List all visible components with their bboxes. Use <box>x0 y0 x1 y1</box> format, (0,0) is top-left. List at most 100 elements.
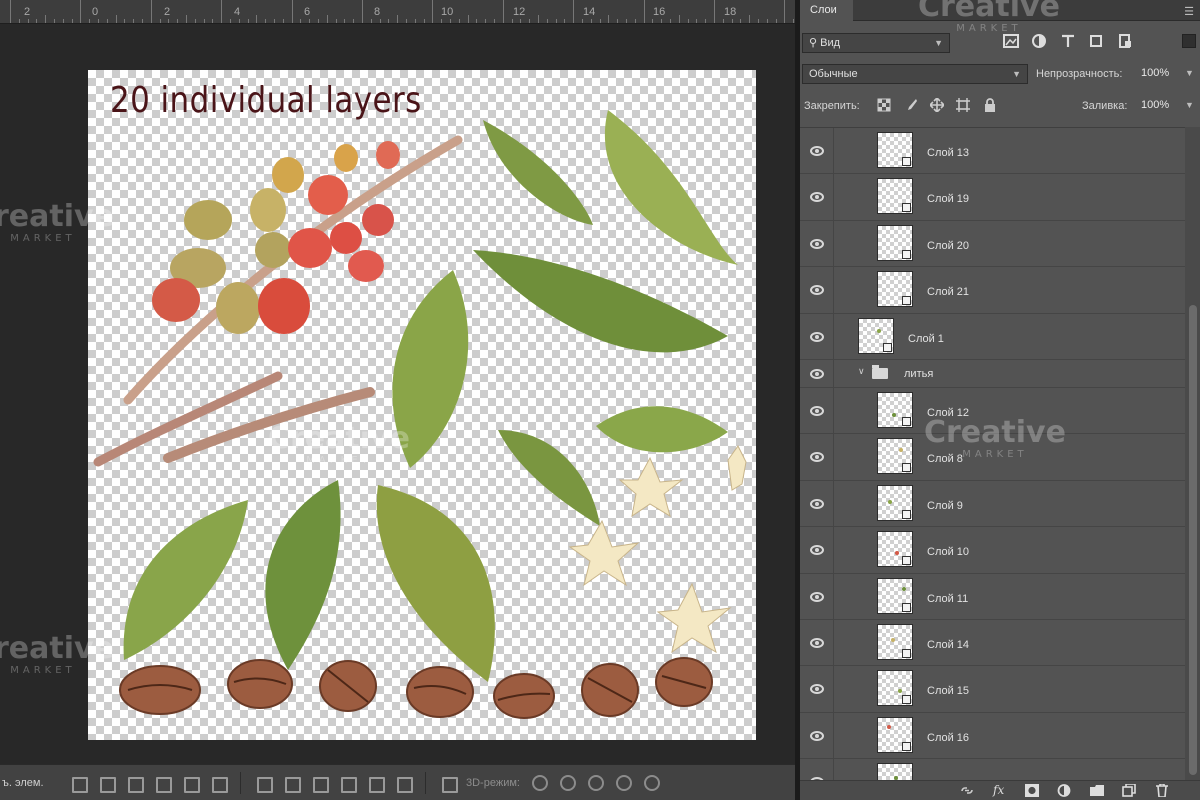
visibility-eye-icon[interactable] <box>810 331 824 342</box>
layer-group-row[interactable]: ∨ литья <box>800 359 1185 388</box>
expand-caret-icon[interactable]: ∨ <box>858 366 865 377</box>
drag-3d-icon[interactable] <box>587 774 604 791</box>
layer-row[interactable]: Слой 14 <box>800 619 1185 667</box>
blend-mode-select[interactable]: Обычные ▼ <box>802 64 1028 84</box>
visibility-column[interactable] <box>800 573 834 619</box>
layer-row[interactable]: Слой 9 <box>800 480 1185 528</box>
layer-name[interactable]: Слой 1 <box>908 333 944 345</box>
visibility-column[interactable] <box>800 712 834 759</box>
visibility-column[interactable] <box>800 759 834 780</box>
document-workspace[interactable]: 20 individual layers Creative MARKET Cre… <box>0 24 795 764</box>
visibility-eye-icon[interactable] <box>810 545 824 556</box>
layer-name[interactable]: Слой 15 <box>927 685 969 697</box>
layer-name[interactable]: Слой 21 <box>927 286 969 298</box>
link-layers-icon[interactable] <box>960 784 974 797</box>
distribute-vertical-center-icon[interactable] <box>282 775 301 793</box>
visibility-column[interactable] <box>800 359 834 387</box>
fx-icon[interactable]: fx <box>993 783 1004 797</box>
visibility-column[interactable] <box>800 619 834 666</box>
visibility-column[interactable] <box>800 220 834 267</box>
lock-all-icon[interactable] <box>983 98 997 112</box>
visibility-eye-icon[interactable] <box>810 368 824 379</box>
visibility-column[interactable] <box>800 313 834 359</box>
layer-row[interactable]: Слой 21 <box>800 267 1185 314</box>
lock-transparent-icon[interactable] <box>877 98 891 112</box>
visibility-column[interactable] <box>800 480 834 527</box>
visibility-eye-icon[interactable] <box>810 452 824 463</box>
layer-name[interactable]: Слой 13 <box>927 147 969 159</box>
type-filter-icon[interactable] <box>1060 34 1076 48</box>
visibility-eye-icon[interactable] <box>810 146 824 156</box>
smart-object-filter-icon[interactable] <box>1117 34 1133 48</box>
align-horizontal-center-icon[interactable] <box>181 775 200 793</box>
visibility-eye-icon[interactable] <box>810 405 824 416</box>
visibility-eye-icon[interactable] <box>810 498 824 509</box>
layer-row[interactable] <box>800 759 1185 780</box>
layer-row[interactable]: Слой 13 <box>800 128 1185 175</box>
visibility-column[interactable] <box>800 666 834 712</box>
orbit-3d-icon[interactable] <box>531 774 548 791</box>
visibility-column[interactable] <box>800 267 834 313</box>
layer-name[interactable]: Слой 9 <box>927 500 963 512</box>
layers-scrollbar-thumb[interactable] <box>1189 305 1197 775</box>
layer-name[interactable]: литья <box>904 368 933 380</box>
opacity-field[interactable]: 100% <box>1141 64 1169 82</box>
align-right-icon[interactable] <box>209 775 228 793</box>
auto-align-icon[interactable] <box>439 775 458 793</box>
document-canvas[interactable]: 20 individual layers <box>88 70 756 740</box>
layer-name[interactable]: Слой 19 <box>927 193 969 205</box>
layers-list[interactable]: Слой 13 Слой 19 Слой 20 Слой 21 Слой 1 ∨ литья… <box>800 127 1185 780</box>
panel-menu-icon[interactable]: ☰ <box>1184 5 1194 18</box>
layer-name[interactable]: Слой 16 <box>927 732 969 744</box>
layer-row[interactable]: Слой 12 <box>800 387 1185 435</box>
tab-layers[interactable]: Слои <box>800 0 853 21</box>
lock-position-icon[interactable] <box>930 98 944 112</box>
roll-3d-icon[interactable] <box>559 774 576 791</box>
layer-row[interactable]: Слой 10 <box>800 527 1185 574</box>
horizontal-ruler[interactable]: 2 0 2 4 6 8 10 12 14 16 18 <box>0 0 795 24</box>
visibility-eye-icon[interactable] <box>810 637 824 648</box>
visibility-column[interactable] <box>800 128 834 174</box>
layer-row[interactable]: Слой 16 <box>800 712 1185 760</box>
adjustment-layer-icon[interactable] <box>1057 784 1071 797</box>
layer-name[interactable]: Слой 10 <box>927 546 969 558</box>
layer-name[interactable]: Слой 8 <box>927 453 963 465</box>
visibility-eye-icon[interactable] <box>810 285 824 296</box>
visibility-eye-icon[interactable] <box>810 238 824 249</box>
shape-filter-icon[interactable] <box>1088 34 1104 48</box>
distribute-horizontal-center-icon[interactable] <box>366 775 385 793</box>
layer-filter-select[interactable]: ⚲ Вид ▼ <box>802 33 950 53</box>
adjustment-filter-icon[interactable] <box>1031 34 1047 48</box>
filter-toggle-switch[interactable] <box>1182 34 1196 48</box>
visibility-eye-icon[interactable] <box>810 591 824 602</box>
delete-icon[interactable] <box>1155 784 1169 797</box>
chevron-down-icon[interactable]: ▼ <box>1185 100 1194 110</box>
align-bottom-icon[interactable] <box>125 775 144 793</box>
layer-row[interactable]: Слой 1 <box>800 313 1185 360</box>
align-top-icon[interactable] <box>69 775 88 793</box>
visibility-column[interactable] <box>800 434 834 480</box>
layer-row[interactable]: Слой 15 <box>800 666 1185 713</box>
distribute-left-icon[interactable] <box>338 775 357 793</box>
align-left-icon[interactable] <box>153 775 172 793</box>
layer-name[interactable]: Слой 14 <box>927 639 969 651</box>
visibility-eye-icon[interactable] <box>810 192 824 203</box>
layer-row[interactable]: Слой 11 <box>800 573 1185 620</box>
lock-pixels-icon[interactable] <box>904 98 918 112</box>
lock-artboard-icon[interactable] <box>956 98 970 112</box>
visibility-eye-icon[interactable] <box>810 684 824 695</box>
layer-name[interactable]: Слой 11 <box>927 593 968 605</box>
visibility-column[interactable] <box>800 387 834 434</box>
layer-name[interactable]: Слой 20 <box>927 240 969 252</box>
slide-3d-icon[interactable] <box>615 774 632 791</box>
layer-row[interactable]: Слой 8 <box>800 434 1185 481</box>
layer-row[interactable]: Слой 19 <box>800 174 1185 221</box>
mask-icon[interactable] <box>1025 784 1039 797</box>
camera-3d-icon[interactable] <box>643 774 660 791</box>
align-vertical-center-icon[interactable] <box>97 775 116 793</box>
fill-field[interactable]: 100% <box>1141 96 1169 114</box>
distribute-bottom-icon[interactable] <box>310 775 329 793</box>
layer-name[interactable]: Слой 12 <box>927 407 969 419</box>
distribute-right-icon[interactable] <box>394 775 413 793</box>
image-filter-icon[interactable] <box>1003 34 1019 48</box>
